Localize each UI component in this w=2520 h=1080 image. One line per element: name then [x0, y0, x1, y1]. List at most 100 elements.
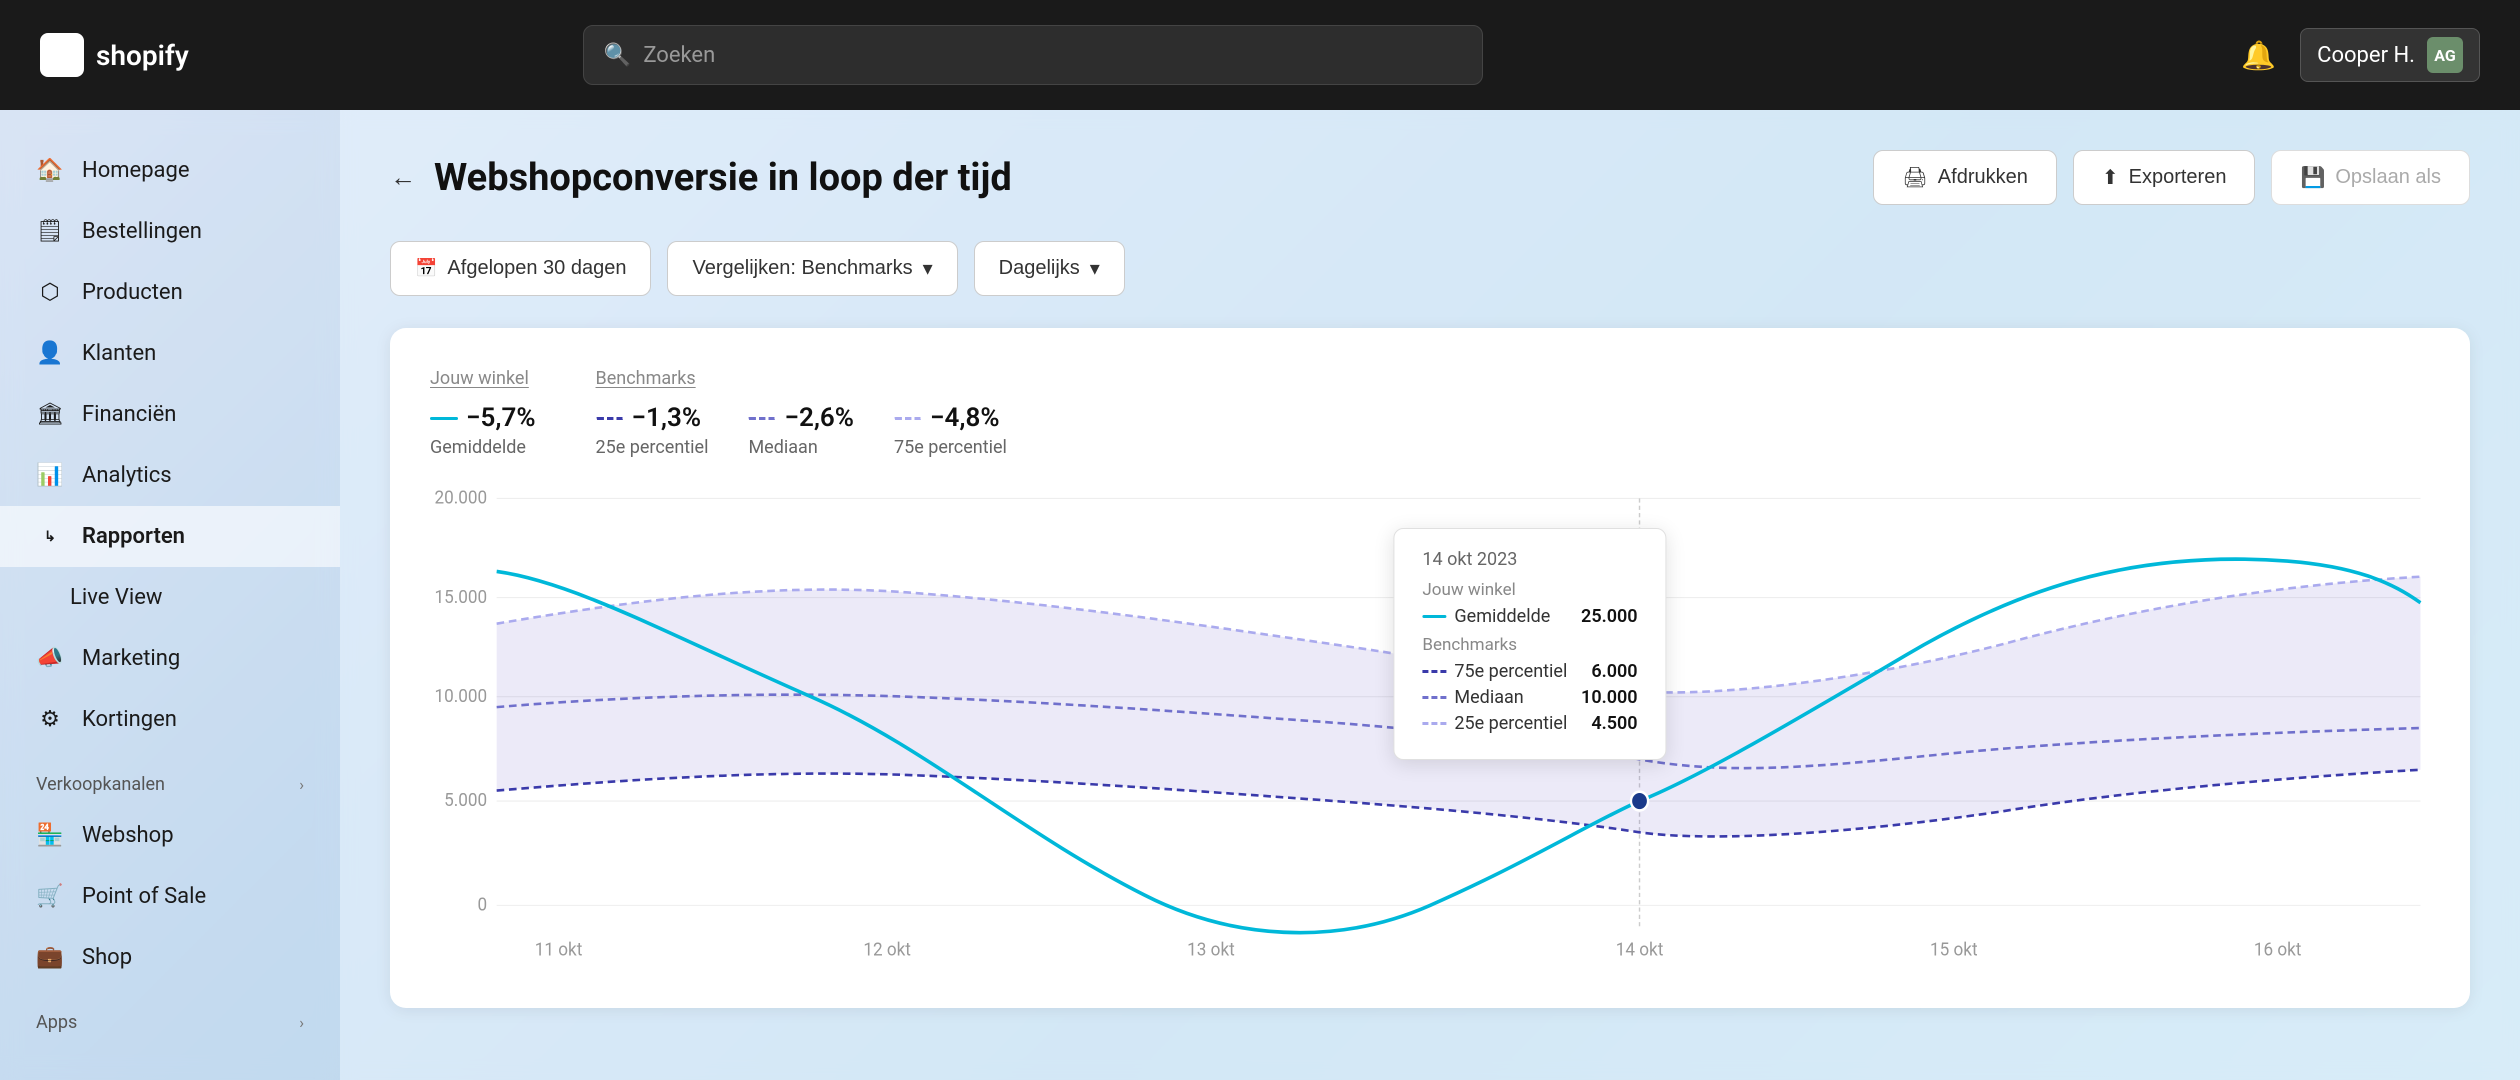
- chart-card: Jouw winkel −5,7% Gemiddelde Benchmarks …: [390, 328, 2470, 1008]
- pos-icon: 🛒: [36, 884, 64, 909]
- svg-text:11 okt: 11 okt: [535, 939, 583, 961]
- shop-icon: 💼: [36, 945, 64, 970]
- sidebar-item-rapporten[interactable]: ↳ Rapporten: [0, 506, 340, 567]
- search-bar[interactable]: 🔍 Zoeken: [583, 25, 1483, 85]
- export-icon: ⬆: [2102, 165, 2119, 190]
- dash-med-icon: [748, 417, 776, 420]
- sidebar-item-homepage[interactable]: 🏠 Homepage: [0, 140, 340, 201]
- legend-benchmarks: Benchmarks −1,3% 25e percentiel: [596, 368, 1007, 458]
- chevron-right-icon-apps[interactable]: ›: [299, 1013, 304, 1032]
- notification-bell-icon[interactable]: 🔔: [2241, 39, 2276, 72]
- back-button[interactable]: ←: [390, 162, 416, 193]
- sidebar-item-bestellingen[interactable]: 🗒 Bestellingen: [0, 201, 340, 262]
- sidebar-item-webshop[interactable]: 🏪 Webshop: [0, 805, 340, 866]
- chevron-down-icon: ▾: [923, 256, 933, 281]
- svg-text:10.000: 10.000: [434, 685, 487, 707]
- print-icon: 🖨: [1902, 165, 1927, 190]
- chevron-right-icon[interactable]: ›: [299, 775, 304, 794]
- save-icon: 💾: [2300, 165, 2325, 190]
- main-layout: 🏠 Homepage 🗒 Bestellingen ⬡ Producten 👤 …: [0, 110, 2520, 1080]
- svg-text:13 okt: 13 okt: [1187, 939, 1235, 961]
- tooltip-jouw-winkel-label: Jouw winkel: [1422, 580, 1637, 600]
- export-label: Exporteren: [2129, 166, 2227, 189]
- tooltip-75e-label: 75e percentiel: [1454, 661, 1567, 682]
- apps-section: Apps ›: [0, 988, 340, 1043]
- tooltip-gemiddelde-row: Gemiddelde 25.000: [1422, 606, 1637, 627]
- sidebar-item-point-of-sale[interactable]: 🛒 Point of Sale: [0, 866, 340, 927]
- sidebar-item-marketing[interactable]: 📣 Marketing: [0, 628, 340, 689]
- sidebar-item-live-view[interactable]: Live View: [0, 567, 340, 628]
- legend-75e: −4,8% 75e percentiel: [894, 403, 1007, 458]
- tooltip-benchmarks-label: Benchmarks: [1422, 635, 1637, 655]
- tooltip-75e-row: 75e percentiel 6.000: [1422, 661, 1637, 682]
- topnav-right: 🔔 Cooper H. AG: [2241, 28, 2480, 82]
- svg-text:5.000: 5.000: [444, 790, 487, 812]
- svg-text:16 okt: 16 okt: [2254, 939, 2302, 961]
- save-as-label: Opslaan als: [2335, 166, 2441, 189]
- sidebar-label-analytics: Analytics: [82, 463, 172, 488]
- cyan-line-icon: [430, 417, 458, 420]
- tooltip-mediaan-row: Mediaan 10.000: [1422, 687, 1637, 708]
- benchmarks-label: Benchmarks: [596, 368, 1007, 389]
- legend-mediaan-label: Mediaan: [748, 437, 854, 458]
- tooltip-cyan-icon: [1422, 615, 1446, 618]
- user-name: Cooper H.: [2317, 43, 2415, 68]
- export-button[interactable]: ⬆ Exporteren: [2073, 150, 2256, 205]
- sidebar-item-financien[interactable]: 🏛 Financiën: [0, 384, 340, 445]
- print-button[interactable]: 🖨 Afdrukken: [1873, 150, 2056, 205]
- tooltip-date: 14 okt 2023: [1422, 549, 1637, 570]
- page-header-left: ← Webshopconversie in loop der tijd: [390, 156, 1012, 200]
- sidebar-item-kortingen[interactable]: ⚙ Kortingen: [0, 689, 340, 750]
- topnav: 🛍 shopify 🔍 Zoeken 🔔 Cooper H. AG: [0, 0, 2520, 110]
- tooltip-25e-row: 25e percentiel 4.500: [1422, 713, 1637, 734]
- sidebar-label-pos: Point of Sale: [82, 884, 206, 909]
- print-label: Afdrukken: [1938, 166, 2028, 189]
- dash-light-icon: [894, 417, 922, 420]
- orders-icon: 🗒: [36, 219, 64, 244]
- sidebar-label-klanten: Klanten: [82, 341, 156, 366]
- svg-text:14 okt: 14 okt: [1616, 939, 1664, 961]
- sales-channels-section: Verkoopkanalen ›: [0, 750, 340, 805]
- tooltip-dash-med-icon: [1422, 696, 1446, 699]
- finance-icon: 🏛: [36, 402, 64, 427]
- sidebar-label-kortingen: Kortingen: [82, 707, 177, 732]
- tooltip-gemiddelde-value: 25.000: [1581, 606, 1638, 627]
- apps-label: Apps: [36, 1012, 77, 1033]
- period-filter-button[interactable]: 📅 Afgelopen 30 dagen: [390, 241, 651, 296]
- logo[interactable]: 🛍 shopify: [40, 33, 189, 77]
- user-menu-button[interactable]: Cooper H. AG: [2300, 28, 2480, 82]
- svg-text:12 okt: 12 okt: [863, 939, 911, 961]
- reports-icon: ↳: [36, 529, 64, 545]
- save-as-button[interactable]: 💾 Opslaan als: [2271, 150, 2470, 205]
- avatar: AG: [2427, 37, 2463, 73]
- sidebar-label-homepage: Homepage: [82, 158, 190, 183]
- webshop-icon: 🏪: [36, 823, 64, 848]
- interval-filter-button[interactable]: Dagelijks ▾: [974, 241, 1125, 296]
- legend-row: Jouw winkel −5,7% Gemiddelde Benchmarks …: [430, 368, 2430, 458]
- sidebar-label-live-view: Live View: [70, 585, 162, 610]
- page-header: ← Webshopconversie in loop der tijd 🖨 Af…: [390, 150, 2470, 205]
- jouw-winkel-label: Jouw winkel: [430, 368, 536, 389]
- shopify-icon: 🛍: [40, 33, 84, 77]
- compare-filter-button[interactable]: Vergelijken: Benchmarks ▾: [667, 241, 957, 296]
- tooltip-mediaan-label: Mediaan: [1454, 687, 1523, 708]
- chevron-down-icon-interval: ▾: [1090, 256, 1100, 281]
- sidebar-label-financien: Financiën: [82, 402, 176, 427]
- sidebar-item-producten[interactable]: ⬡ Producten: [0, 262, 340, 323]
- sidebar-item-klanten[interactable]: 👤 Klanten: [0, 323, 340, 384]
- tooltip-25e-value: 4.500: [1591, 713, 1637, 734]
- legend-75e-label: 75e percentiel: [894, 437, 1007, 458]
- sidebar-label-shop: Shop: [82, 945, 132, 970]
- sidebar-item-analytics[interactable]: 📊 Analytics: [0, 445, 340, 506]
- page-actions: 🖨 Afdrukken ⬆ Exporteren 💾 Opslaan als: [1873, 150, 2470, 205]
- sidebar-item-shop[interactable]: 💼 Shop: [0, 927, 340, 988]
- interval-filter-label: Dagelijks: [999, 257, 1080, 280]
- analytics-icon: 📊: [36, 463, 64, 488]
- svg-text:20.000: 20.000: [434, 488, 487, 509]
- sidebar-label-webshop: Webshop: [82, 823, 174, 848]
- tooltip-25e-label: 25e percentiel: [1454, 713, 1567, 734]
- legend-jouw-winkel: Jouw winkel −5,7% Gemiddelde: [430, 368, 536, 458]
- compare-filter-label: Vergelijken: Benchmarks: [692, 257, 912, 280]
- svg-text:15.000: 15.000: [434, 586, 487, 608]
- calendar-icon: 📅: [415, 258, 437, 279]
